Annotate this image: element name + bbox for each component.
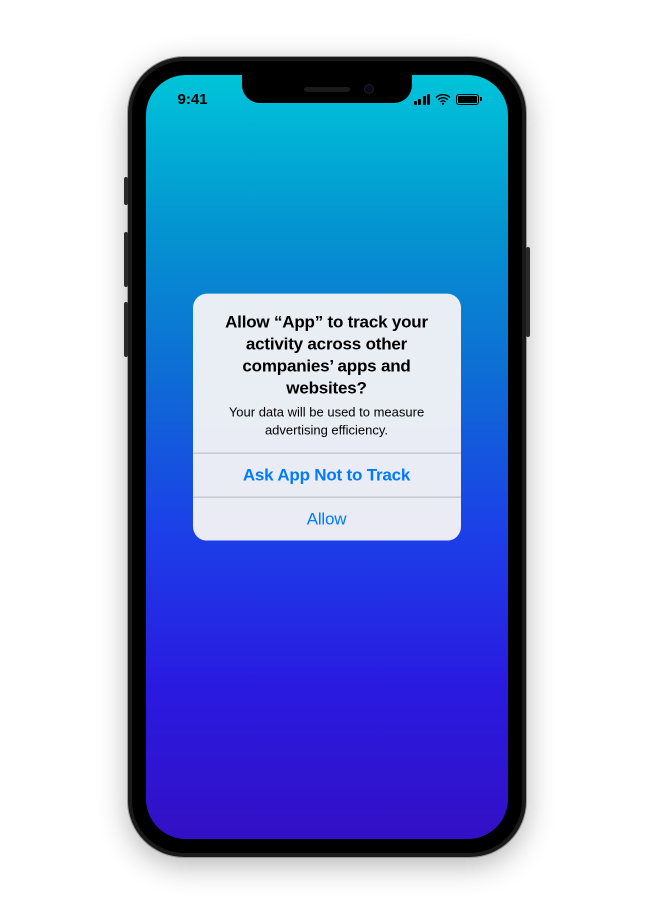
phone-device-frame: 9:41 bbox=[128, 57, 526, 857]
alert-title: Allow “App” to track your activity acros… bbox=[209, 312, 445, 400]
alert-message: Your data will be used to measure advert… bbox=[209, 404, 445, 439]
ask-not-to-track-button[interactable]: Ask App Not to Track bbox=[193, 453, 461, 497]
allow-button[interactable]: Allow bbox=[193, 497, 461, 541]
status-time: 9:41 bbox=[168, 87, 208, 108]
front-camera bbox=[364, 84, 374, 94]
phone-bezel: 9:41 bbox=[132, 61, 522, 853]
phone-screen: 9:41 bbox=[146, 75, 508, 839]
volume-down-button bbox=[124, 302, 128, 357]
silence-switch bbox=[124, 177, 128, 205]
battery-icon bbox=[456, 94, 482, 105]
wifi-icon bbox=[435, 94, 451, 105]
tracking-permission-alert: Allow “App” to track your activity acros… bbox=[193, 294, 461, 541]
display-notch bbox=[242, 75, 412, 103]
speaker-grille bbox=[304, 87, 350, 92]
alert-content: Allow “App” to track your activity acros… bbox=[193, 294, 461, 453]
volume-up-button bbox=[124, 232, 128, 287]
status-indicators bbox=[414, 90, 486, 105]
power-button bbox=[526, 247, 530, 337]
cellular-signal-icon bbox=[414, 94, 431, 105]
